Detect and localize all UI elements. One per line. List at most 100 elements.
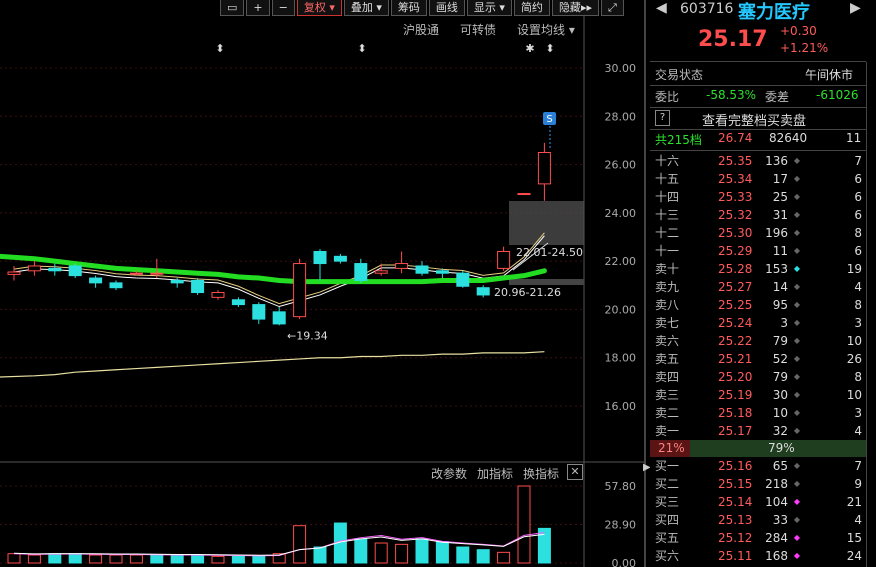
simple-button[interactable]: 简约 (513, 0, 550, 16)
next-stock-icon[interactable]: ▶ (850, 0, 861, 16)
ask-row[interactable]: 十一 25.29 11 ◆ 6 (650, 242, 866, 260)
weibi-label: 委比 (655, 90, 680, 104)
chips-button[interactable]: 筹码 (390, 0, 427, 16)
y-tick-label: 18.00 (605, 352, 637, 365)
total-count: 11 (846, 131, 862, 145)
change-marker-icon: ◆ (793, 282, 800, 291)
ask-row[interactable]: 卖八 25.25 95 ◆ 8 (650, 296, 866, 314)
side-info-strip[interactable] (866, 62, 876, 567)
ask-row[interactable]: 卖二 25.18 10 ◆ 3 (650, 404, 866, 422)
level-label: 十二 (655, 226, 680, 240)
level-volume: 25 (772, 190, 788, 204)
divider (650, 129, 866, 130)
level-price: 25.35 (718, 154, 753, 168)
ma-long-line (0, 351, 545, 378)
prev-stock-icon[interactable]: ◀ (656, 0, 667, 16)
bid-row[interactable]: 买五 25.12 284 ◆ 15 (650, 529, 866, 547)
candle-body (252, 304, 266, 320)
level-label: 买四 (655, 513, 680, 527)
volume-bar (395, 543, 409, 564)
status-value: 午间休市 (805, 68, 854, 82)
level-price: 25.12 (718, 531, 753, 545)
help-icon[interactable]: ? (655, 110, 670, 126)
change-marker-icon: ◆ (793, 479, 800, 488)
level-label: 十一 (655, 244, 680, 258)
add-indicator-link[interactable]: 加指标 (477, 465, 513, 482)
bid-row[interactable]: 买一 25.16 65 ◆ 7 (650, 457, 866, 475)
swap-indicator-link[interactable]: 换指标 (523, 465, 559, 482)
volume-bar (27, 554, 41, 564)
volume-bar (48, 553, 62, 564)
ask-row[interactable]: 卖十 25.28 153 ◆ 19 (650, 260, 866, 278)
ask-row[interactable]: 卖四 25.20 79 ◆ 8 (650, 368, 866, 386)
level-count: 6 (854, 244, 862, 258)
plus-icon[interactable]: + (246, 0, 270, 16)
signal-label: S (546, 114, 552, 125)
ask-row[interactable]: 卖七 25.24 3 ◆ 3 (650, 314, 866, 332)
level-price: 25.27 (718, 280, 753, 294)
level-volume: 104 (765, 495, 788, 509)
level-count: 7 (854, 459, 862, 473)
panel-divider[interactable] (644, 0, 646, 567)
range-highlight-strip (509, 279, 584, 285)
fuquan-button[interactable]: 复权 ▾ (296, 0, 342, 16)
ask-row[interactable]: 十五 25.34 17 ◆ 6 (650, 170, 866, 188)
ask-row[interactable]: 十二 25.30 196 ◆ 8 (650, 224, 866, 242)
change-marker-icon: ◆ (793, 354, 800, 363)
volume-bar (415, 538, 429, 564)
ask-row[interactable]: 十六 25.35 136 ◆ 7 (650, 152, 866, 170)
minus-icon[interactable]: − (271, 0, 295, 16)
stock-code: 603716 (680, 1, 734, 17)
close-icon[interactable]: ✕ (567, 464, 583, 480)
level-price: 25.14 (718, 495, 753, 509)
level-count: 3 (854, 316, 862, 330)
candle-body (150, 272, 164, 275)
ask-row[interactable]: 十四 25.33 25 ◆ 6 (650, 188, 866, 206)
change-marker-icon: ◆ (793, 372, 800, 381)
candle-body (211, 292, 225, 298)
bid-row[interactable]: 买四 25.13 33 ◆ 4 (650, 511, 866, 529)
ask-row[interactable]: 卖六 25.22 79 ◆ 10 (650, 332, 866, 350)
draw-line-button[interactable]: 画线 (428, 0, 465, 16)
level-price: 25.16 (718, 459, 753, 473)
candle-body (517, 193, 531, 196)
display-button[interactable]: 显示 ▾ (466, 0, 512, 16)
y-tick-label: 16.00 (605, 400, 637, 413)
expand-icon[interactable]: ⤢ (600, 0, 624, 16)
ask-row[interactable]: 卖九 25.27 14 ◆ 4 (650, 278, 866, 296)
total-levels-label: 共215档 (655, 133, 702, 147)
level-label: 卖十 (655, 262, 680, 276)
level-label: 买六 (655, 549, 680, 563)
level-price: 25.33 (718, 190, 753, 204)
level-count: 4 (854, 280, 862, 294)
link-convertible[interactable]: 可转债 (460, 21, 496, 38)
ask-row[interactable]: 十三 25.32 31 ◆ 6 (650, 206, 866, 224)
level-count: 6 (854, 172, 862, 186)
level-count: 4 (854, 513, 862, 527)
change-marker-icon: ◆ (793, 174, 800, 183)
change-marker-icon: ◆ (793, 264, 800, 273)
ask-row[interactable]: 卖三 25.19 30 ◆ 10 (650, 386, 866, 404)
ask-row[interactable]: 卖一 25.17 32 ◆ 4 (650, 422, 866, 440)
level-volume: 11 (772, 244, 788, 258)
link-hugutong[interactable]: 沪股通 (403, 21, 439, 38)
frame-icon[interactable]: ▭ (220, 0, 245, 16)
change-marker-icon: ◆ (793, 300, 800, 309)
level-price: 25.28 (718, 262, 753, 276)
ask-row[interactable]: 卖五 25.21 52 ◆ 26 (650, 350, 866, 368)
price-change-pct: +1.21% (780, 41, 829, 55)
change-params-link[interactable]: 改参数 (431, 465, 467, 482)
volume-bar (170, 554, 184, 564)
link-ma-settings[interactable]: 设置均线 ▾ (517, 21, 575, 38)
bid-row[interactable]: 买二 25.15 218 ◆ 9 (650, 475, 866, 493)
level-volume: 95 (772, 298, 788, 312)
bid-row[interactable]: 买六 25.11 168 ◆ 24 (650, 547, 866, 565)
overlay-button[interactable]: 叠加 ▾ (343, 0, 389, 16)
hide-button[interactable]: 隐藏▸▸ (551, 0, 599, 16)
bid-row[interactable]: 买三 25.14 104 ◆ 21 (650, 493, 866, 511)
candle-body (395, 263, 409, 269)
y-tick-label: 28.00 (605, 110, 637, 123)
level-count: 19 (846, 262, 862, 276)
full-book-link[interactable]: 查看完整档买卖盘 (702, 110, 806, 129)
candle-body (272, 311, 286, 325)
